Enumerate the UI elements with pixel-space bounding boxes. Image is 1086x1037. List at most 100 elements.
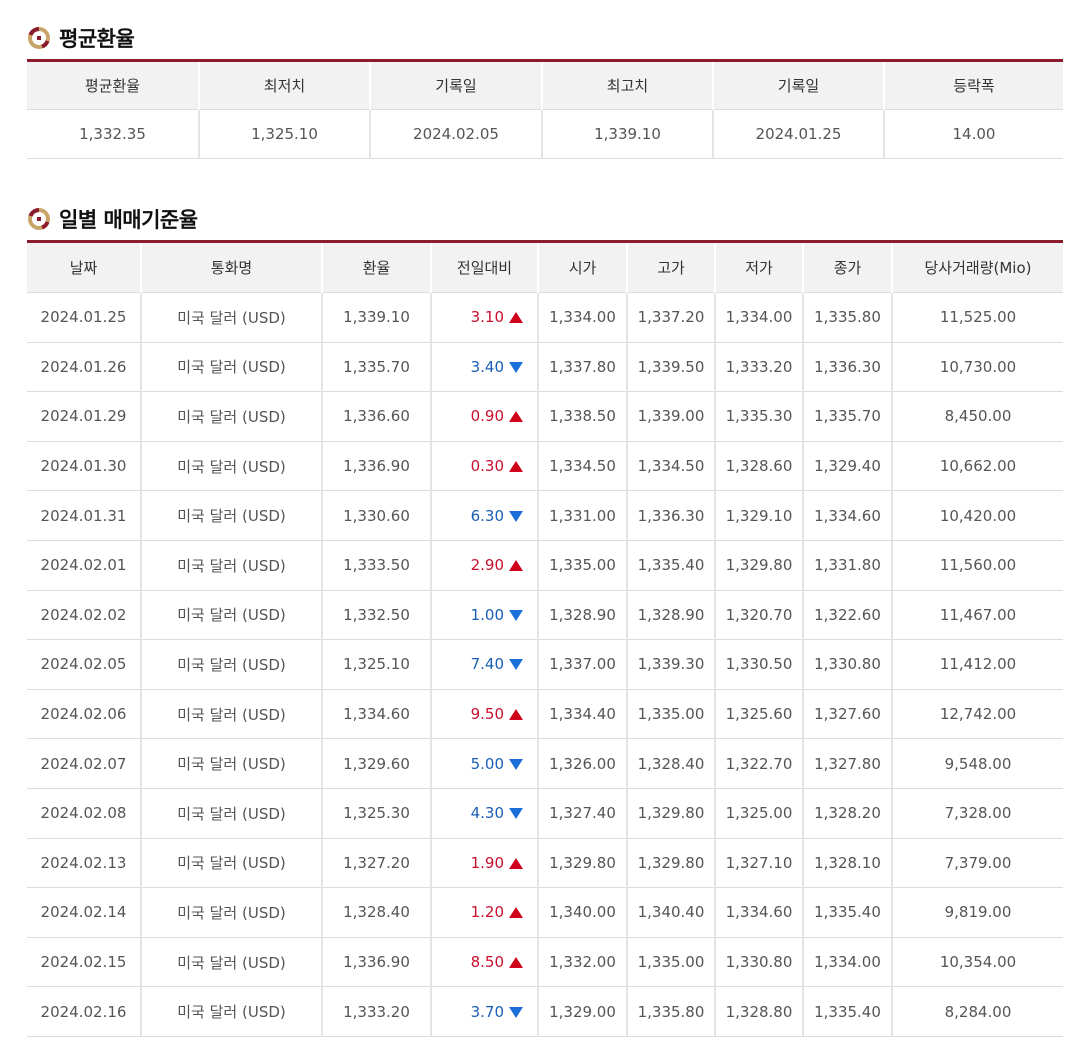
high-cell: 1,328.90 <box>627 590 716 641</box>
change-cell: 9.50 <box>431 689 539 740</box>
high-cell: 1,328.40 <box>627 738 716 789</box>
low-cell: 1,330.80 <box>715 937 804 988</box>
table-row: 2024.01.29 미국 달러 (USD) 1,336.60 0.90 1,338.5… <box>27 391 1063 442</box>
high-cell: 1,335.00 <box>627 937 716 988</box>
change-cell: 1.20 <box>431 887 539 938</box>
open-cell: 1,326.00 <box>538 738 628 789</box>
high-cell: 1,337.20 <box>627 292 716 343</box>
currency-cell: 미국 달러 (USD) <box>141 887 323 938</box>
low-cell: 1,328.60 <box>715 441 804 492</box>
triangle-up-icon <box>509 411 523 423</box>
rate-cell: 1,334.60 <box>322 689 432 740</box>
volume-cell: 7,328.00 <box>892 788 1063 839</box>
daily-header-row: 날짜 통화명 환율 전일대비 시가 고가 저가 종가 당사거래량(Mio) <box>27 241 1063 293</box>
rate-cell: 1,335.70 <box>322 342 432 393</box>
change-value: 7.40 <box>470 655 504 674</box>
date-cell: 2024.02.01 <box>27 540 142 591</box>
open-cell: 1,334.00 <box>538 292 628 343</box>
avg-header-cell: 기록일 <box>713 60 885 110</box>
rate-cell: 1,333.50 <box>322 540 432 591</box>
currency-cell: 미국 달러 (USD) <box>141 689 323 740</box>
currency-cell: 미국 달러 (USD) <box>141 590 323 641</box>
volume-cell: 11,412.00 <box>892 639 1063 690</box>
volume-cell: 8,284.00 <box>892 986 1063 1037</box>
change-cell: 5.00 <box>431 738 539 789</box>
open-cell: 1,329.00 <box>538 986 628 1037</box>
daily-title-text: 일별 매매기준율 <box>59 208 198 232</box>
close-cell: 1,331.80 <box>803 540 893 591</box>
table-row: 2024.02.02 미국 달러 (USD) 1,332.50 1.00 1,328.9… <box>27 590 1063 641</box>
table-row: 2024.01.26 미국 달러 (USD) 1,335.70 3.40 1,337.8… <box>27 342 1063 393</box>
open-cell: 1,340.00 <box>538 887 628 938</box>
avg-value-cell: 2024.01.25 <box>713 109 885 159</box>
daily-header-cell: 통화명 <box>141 241 323 293</box>
change-value: 8.50 <box>470 953 504 972</box>
rate-cell: 1,336.60 <box>322 391 432 442</box>
date-cell: 2024.02.16 <box>27 986 142 1037</box>
table-row: 2024.01.31 미국 달러 (USD) 1,330.60 6.30 1,331.0… <box>27 490 1063 541</box>
date-cell: 2024.01.25 <box>27 292 142 343</box>
date-cell: 2024.02.05 <box>27 639 142 690</box>
volume-cell: 10,354.00 <box>892 937 1063 988</box>
open-cell: 1,337.00 <box>538 639 628 690</box>
currency-cell: 미국 달러 (USD) <box>141 441 323 492</box>
date-cell: 2024.02.08 <box>27 788 142 839</box>
avg-value-row: 1,332.35 1,325.10 2024.02.05 1,339.10 20… <box>27 109 1063 159</box>
avg-rate-table: 평균환율 최저치 기록일 최고치 기록일 등락폭 1,332.35 1,325.… <box>27 59 1063 159</box>
change-cell: 1.00 <box>431 590 539 641</box>
triangle-down-icon <box>509 758 523 770</box>
date-cell: 2024.01.30 <box>27 441 142 492</box>
low-cell: 1,335.30 <box>715 391 804 442</box>
coin-ring-icon <box>28 207 50 230</box>
avg-value-cell: 2024.02.05 <box>370 109 543 159</box>
rate-cell: 1,325.10 <box>322 639 432 690</box>
rate-cell: 1,336.90 <box>322 937 432 988</box>
triangle-down-icon <box>509 510 523 522</box>
currency-cell: 미국 달러 (USD) <box>141 788 323 839</box>
change-value: 1.90 <box>470 853 504 872</box>
open-cell: 1,337.80 <box>538 342 628 393</box>
low-cell: 1,334.60 <box>715 887 804 938</box>
change-cell: 1.90 <box>431 838 539 889</box>
close-cell: 1,335.40 <box>803 986 893 1037</box>
triangle-down-icon <box>509 361 523 373</box>
date-cell: 2024.02.07 <box>27 738 142 789</box>
change-value: 3.10 <box>470 308 504 327</box>
avg-header-row: 평균환율 최저치 기록일 최고치 기록일 등락폭 <box>27 60 1063 110</box>
currency-cell: 미국 달러 (USD) <box>141 738 323 789</box>
change-value: 2.90 <box>470 556 504 575</box>
close-cell: 1,328.10 <box>803 838 893 889</box>
open-cell: 1,327.40 <box>538 788 628 839</box>
currency-cell: 미국 달러 (USD) <box>141 639 323 690</box>
currency-cell: 미국 달러 (USD) <box>141 391 323 442</box>
high-cell: 1,329.80 <box>627 838 716 889</box>
high-cell: 1,340.40 <box>627 887 716 938</box>
change-value: 0.30 <box>470 457 504 476</box>
volume-cell: 10,730.00 <box>892 342 1063 393</box>
avg-value-cell: 1,332.35 <box>27 109 200 159</box>
change-value: 5.00 <box>470 754 504 773</box>
change-value: 1.20 <box>470 903 504 922</box>
currency-cell: 미국 달러 (USD) <box>141 937 323 988</box>
table-row: 2024.02.16 미국 달러 (USD) 1,333.20 3.70 1,329.0… <box>27 986 1063 1037</box>
close-cell: 1,330.80 <box>803 639 893 690</box>
change-cell: 4.30 <box>431 788 539 839</box>
rate-cell: 1,325.30 <box>322 788 432 839</box>
open-cell: 1,334.50 <box>538 441 628 492</box>
volume-cell: 11,525.00 <box>892 292 1063 343</box>
low-cell: 1,322.70 <box>715 738 804 789</box>
avg-header-cell: 등락폭 <box>884 60 1063 110</box>
daily-header-cell: 환율 <box>322 241 432 293</box>
close-cell: 1,335.40 <box>803 887 893 938</box>
triangle-up-icon <box>509 907 523 919</box>
volume-cell: 9,548.00 <box>892 738 1063 789</box>
table-row: 2024.02.07 미국 달러 (USD) 1,329.60 5.00 1,326.0… <box>27 738 1063 789</box>
coin-ring-icon <box>28 26 50 49</box>
date-cell: 2024.01.29 <box>27 391 142 442</box>
high-cell: 1,335.40 <box>627 540 716 591</box>
change-cell: 0.30 <box>431 441 539 492</box>
low-cell: 1,325.00 <box>715 788 804 839</box>
date-cell: 2024.02.02 <box>27 590 142 641</box>
table-row: 2024.02.13 미국 달러 (USD) 1,327.20 1.90 1,329.8… <box>27 838 1063 889</box>
low-cell: 1,328.80 <box>715 986 804 1037</box>
